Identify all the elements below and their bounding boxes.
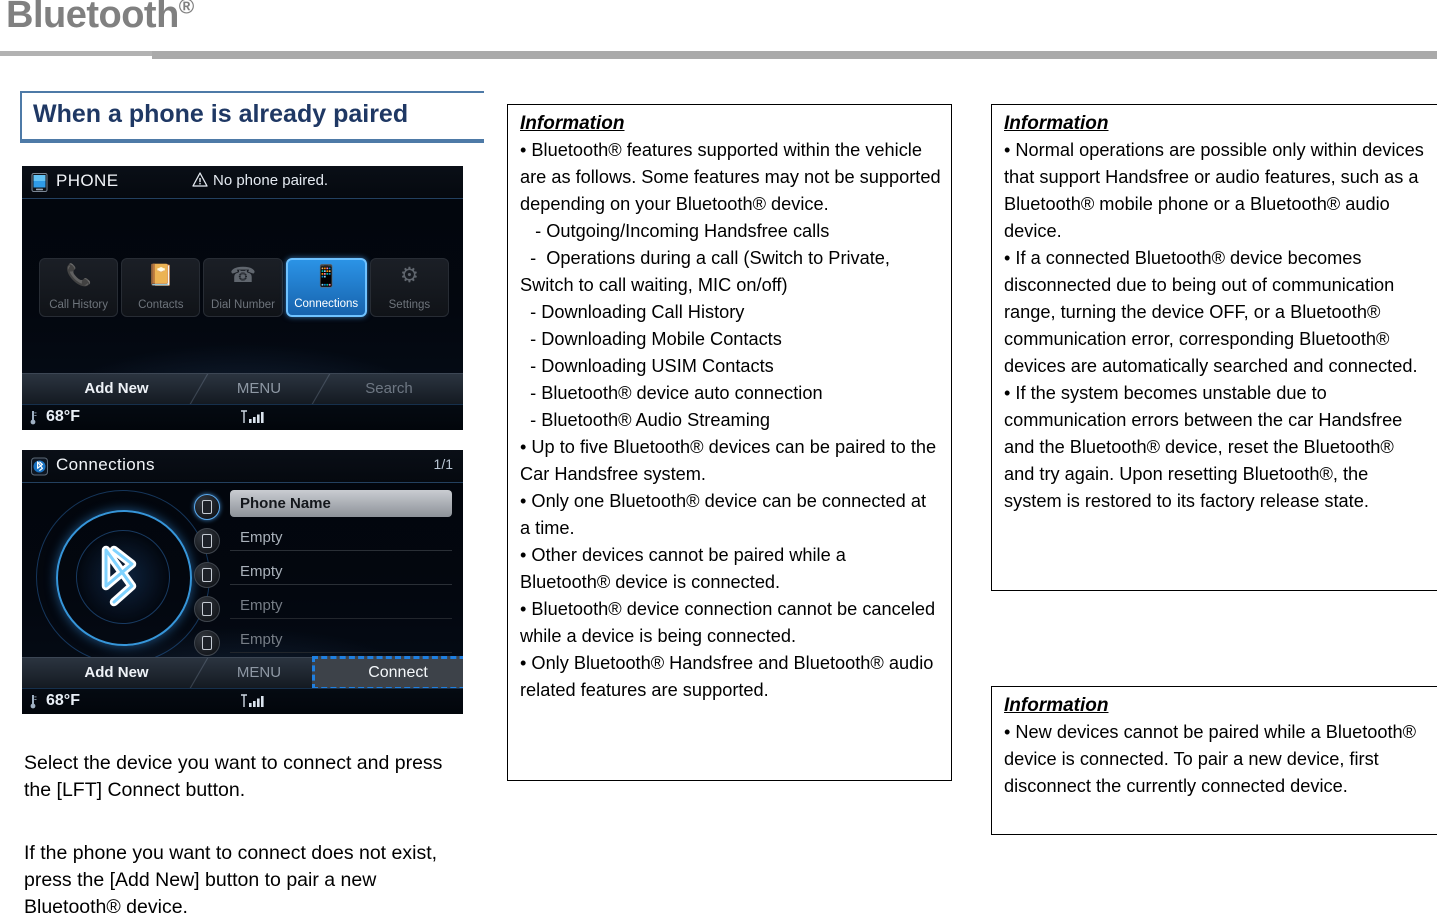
information-box-pairing-body: • New devices cannot be paired while a B… [1004, 719, 1427, 800]
info-line: - Bluetooth® device auto connection [520, 383, 823, 403]
page-title: Bluetooth® [6, 0, 194, 37]
status-temperature: 68°F [46, 408, 80, 425]
tile-contacts[interactable]: 📔 Contacts [121, 258, 201, 317]
information-box-operations-body: • Normal operations are possible only wi… [1004, 137, 1427, 515]
signal-bars-icon [241, 410, 264, 423]
instruction-paragraph-1: Select the device you want to connect an… [24, 752, 443, 801]
info-line: - Bluetooth® Audio Streaming [520, 410, 770, 430]
information-box-operations-title: Information [1004, 113, 1109, 134]
connect-button[interactable]: Connect [312, 656, 463, 690]
connections-screen-status-bar: 68°F [22, 688, 463, 714]
device-phone-icon [194, 630, 220, 656]
information-box-pairing: Information • New devices cannot be pair… [991, 686, 1437, 835]
tile-settings-label: Settings [388, 299, 431, 311]
info-line: • Bluetooth® device connection cannot be… [520, 599, 941, 646]
bluetooth-connections-icon [31, 457, 48, 476]
device-row-1[interactable]: Phone Name [194, 490, 456, 524]
page-title-text: Bluetooth [6, 0, 179, 36]
device-row-5-label: Empty [230, 626, 452, 653]
device-phone-icon [194, 494, 220, 520]
tile-connections-label: Connections [294, 298, 359, 310]
connections-phone-icon: 📱 [313, 265, 340, 288]
header-rule-thin [0, 51, 152, 56]
phone-screen-softkey-bar: Add New MENU Search [22, 373, 463, 404]
thermometer-icon [30, 411, 37, 425]
section-heading: When a phone is already paired [20, 91, 484, 143]
dial-handset-icon: ☎ [229, 264, 257, 287]
section-rule-top [20, 91, 484, 93]
phone-screen-screenshot: PHONE No phone paired. 📞 Call History 📔 … [22, 166, 463, 430]
device-phone-icon [194, 528, 220, 554]
info-line: • Only one Bluetooth® device can be conn… [520, 491, 932, 538]
info-line: • Normal operations are possible only wi… [1004, 140, 1429, 241]
information-box-features: Information • Bluetooth® features suppor… [507, 104, 952, 781]
softkey-search[interactable]: Search [319, 374, 459, 404]
device-row-2[interactable]: Empty [194, 524, 456, 558]
device-phone-icon [194, 596, 220, 622]
tile-dial-number[interactable]: ☎ Dial Number [203, 258, 283, 317]
info-line: • If the system becomes unstable due to … [1004, 383, 1408, 511]
header-rule-thick [152, 51, 1437, 59]
status-temperature: 68°F [46, 692, 80, 709]
connections-screen-title: Connections [56, 455, 155, 474]
device-row-5[interactable]: Empty [194, 626, 456, 660]
info-line: • If a connected Bluetooth® device becom… [1004, 248, 1418, 376]
info-line: - Downloading Call History [520, 302, 745, 322]
signal-bars-icon [241, 694, 264, 707]
phone-screen-title: PHONE [56, 171, 119, 190]
tile-call-history-label: Call History [49, 299, 108, 311]
tile-call-history[interactable]: 📞 Call History [39, 258, 119, 317]
tile-contacts-label: Contacts [138, 299, 184, 311]
section-rule-left [20, 91, 22, 143]
info-line: - Outgoing/Incoming Handsfree calls [520, 221, 830, 241]
information-box-pairing-title: Information [1004, 695, 1109, 716]
information-box-operations: Information • Normal operations are poss… [991, 104, 1437, 591]
device-row-4[interactable]: Empty [194, 592, 456, 626]
connections-screen-titlebar: Connections 1/1 [22, 450, 463, 483]
phone-icon [31, 173, 48, 192]
info-line: • Up to five Bluetooth® devices can be p… [520, 437, 942, 484]
bluetooth-logo-icon [101, 545, 137, 607]
device-row-1-label: Phone Name [230, 490, 452, 517]
info-line: - Downloading Mobile Contacts [520, 329, 782, 349]
contacts-book-icon: 📔 [147, 264, 174, 287]
thermometer-icon [30, 695, 37, 709]
connections-device-list: Phone Name Empty Empty Empty Empty [194, 490, 456, 660]
softkey-menu[interactable]: MENU [199, 374, 319, 404]
device-row-3[interactable]: Empty [194, 558, 456, 592]
connections-screen-screenshot: Connections 1/1 Phone Name Empty Empty E… [22, 450, 463, 714]
info-line: - Operations during a call (Switch to Pr… [520, 248, 896, 295]
device-phone-icon [194, 562, 220, 588]
device-row-4-label: Empty [230, 592, 452, 619]
connections-page-indicator: 1/1 [433, 456, 453, 472]
information-box-features-title: Information [520, 113, 625, 134]
instruction-paragraph-2: If the phone you want to connect does no… [24, 842, 438, 918]
info-line: • Bluetooth® features supported within t… [520, 140, 946, 214]
phone-screen-titlebar: PHONE No phone paired. [22, 166, 463, 199]
softkey-add-new[interactable]: Add New [34, 658, 199, 688]
softkey-add-new[interactable]: Add New [34, 374, 199, 404]
phone-screen-warning: No phone paired. [192, 172, 328, 189]
call-history-icon: 📞 [65, 264, 92, 287]
info-line: - Downloading USIM Contacts [520, 356, 774, 376]
bluetooth-ring-graphic [28, 486, 218, 676]
phone-screen-warning-text: No phone paired. [213, 172, 329, 189]
tile-settings[interactable]: ⚙ Settings [369, 258, 450, 317]
info-line: • Only Bluetooth® Handsfree and Bluetoot… [520, 653, 939, 700]
phone-screen-status-bar: 68°F [22, 404, 463, 430]
softkey-menu[interactable]: MENU [199, 658, 319, 688]
phone-screen-tile-row: 📞 Call History 📔 Contacts ☎ Dial Number … [39, 258, 450, 317]
section-heading-text: When a phone is already paired [33, 100, 409, 128]
device-row-3-label: Empty [230, 558, 452, 585]
gear-icon: ⚙ [400, 264, 419, 287]
tile-connections[interactable]: 📱 Connections [285, 258, 367, 317]
registered-mark: ® [178, 0, 194, 19]
info-line: • New devices cannot be paired while a B… [1004, 722, 1422, 796]
info-line: • Other devices cannot be paired while a… [520, 545, 851, 592]
tile-dial-number-label: Dial Number [211, 299, 275, 311]
device-row-2-label: Empty [230, 524, 452, 551]
warning-triangle-icon [192, 172, 208, 187]
section-rule-bottom [20, 139, 484, 143]
information-box-features-body: • Bluetooth® features supported within t… [520, 137, 941, 704]
